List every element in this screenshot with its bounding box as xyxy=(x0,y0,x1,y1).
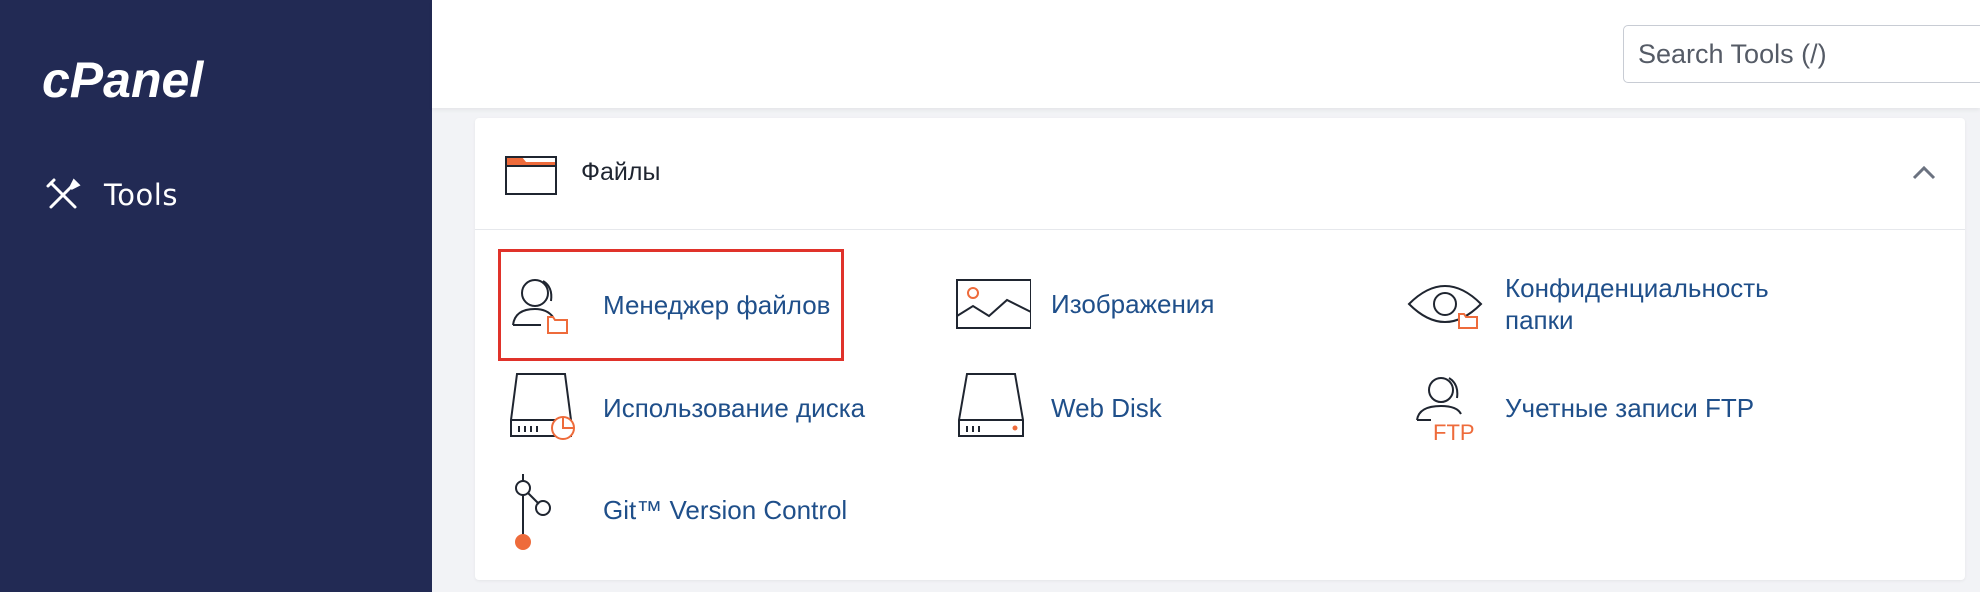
disk-usage-icon xyxy=(510,373,575,440)
tool-label-line2: папки xyxy=(1505,305,1574,335)
ftp-accounts-icon: FTP xyxy=(1416,377,1475,445)
tool-label: Изображения xyxy=(1051,289,1215,319)
web-disk-icon xyxy=(958,373,1024,437)
directory-privacy-icon xyxy=(1407,285,1483,329)
cpanel-logo[interactable]: cPanel xyxy=(42,50,262,110)
file-manager-icon xyxy=(512,279,568,334)
tool-images[interactable]: Изображения xyxy=(951,264,1214,344)
tool-git-version-control[interactable]: Git™ Version Control xyxy=(503,470,847,550)
images-icon xyxy=(956,279,1031,329)
tool-label: Учетные записи FTP xyxy=(1505,393,1755,423)
tool-label-line1: Конфиденциальность xyxy=(1505,273,1769,303)
tool-directory-privacy[interactable]: Конфиденциальность папки xyxy=(1405,264,1769,344)
sidebar: cPanel Tools xyxy=(0,0,432,592)
tool-label: Git™ Version Control xyxy=(603,495,848,525)
tool-file-manager[interactable]: Менеджер файлов xyxy=(498,249,844,361)
search-input[interactable] xyxy=(1623,25,1980,83)
sidebar-item-tools[interactable]: Tools xyxy=(44,170,178,220)
section-header[interactable]: Файлы xyxy=(475,118,1965,230)
svg-text:FTP: FTP xyxy=(1433,420,1475,445)
folder-icon xyxy=(505,156,557,195)
chevron-up-icon[interactable] xyxy=(1909,158,1939,188)
svg-text:cPanel: cPanel xyxy=(42,52,204,108)
tools-icon xyxy=(46,178,81,209)
tool-disk-usage[interactable]: Использование диска xyxy=(503,368,865,448)
tool-label: Конфиденциальность папки xyxy=(1505,272,1769,336)
tool-label: Менеджер файлов xyxy=(603,290,831,320)
files-section: Файлы Менеджер файлов Изображения Конфид… xyxy=(475,118,1965,580)
tool-web-disk[interactable]: Web Disk xyxy=(951,368,1162,448)
tool-ftp-accounts[interactable]: FTP Учетные записи FTP xyxy=(1405,368,1754,448)
tool-label: Использование диска xyxy=(603,393,866,423)
section-title: Файлы xyxy=(581,158,661,186)
tool-label: Web Disk xyxy=(1051,393,1162,423)
git-version-control-icon xyxy=(515,474,551,550)
sidebar-item-label: Tools xyxy=(104,178,178,212)
